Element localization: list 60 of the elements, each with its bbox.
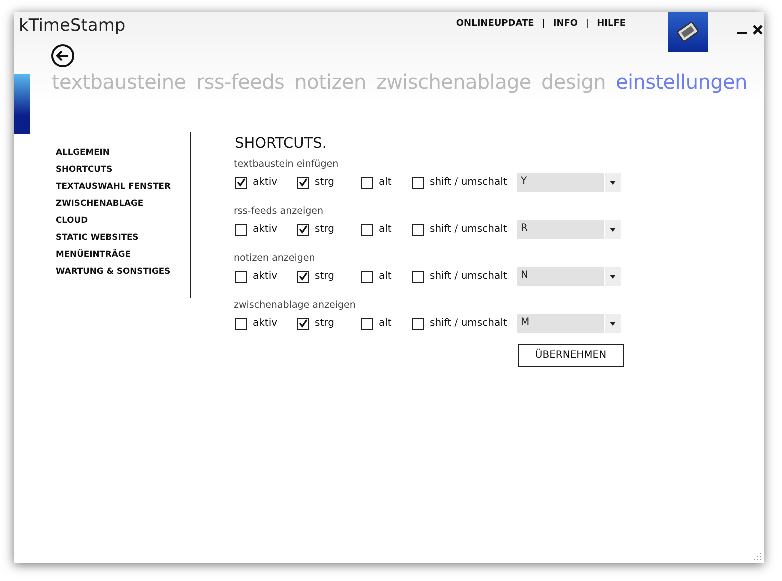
- checkbox[interactable]: [412, 224, 424, 236]
- checkbox[interactable]: [412, 176, 424, 188]
- checkbox[interactable]: [297, 270, 309, 282]
- checkbox[interactable]: [361, 318, 373, 330]
- header-link[interactable]: HILFE: [597, 19, 626, 29]
- checkbox[interactable]: [361, 224, 373, 236]
- header-link[interactable]: INFO: [553, 19, 578, 29]
- checkbox[interactable]: [297, 176, 309, 188]
- checkbox[interactable]: [361, 176, 373, 188]
- checkbox-label: shift / umschalt: [430, 271, 508, 282]
- checkbox-label: aktiv: [253, 177, 278, 188]
- checkbox-label: alt: [379, 271, 392, 282]
- close-icon[interactable]: [752, 24, 764, 36]
- checkbox[interactable]: [412, 318, 424, 330]
- checkbox-label: alt: [379, 318, 392, 329]
- checkbox-label: alt: [379, 177, 392, 188]
- dropdown-caret-icon: [610, 274, 616, 278]
- checkbox[interactable]: [297, 224, 309, 236]
- shortcut-label: textbaustein einfügen: [234, 159, 340, 170]
- checkbox-label: aktiv: [253, 271, 278, 282]
- sidebar-item[interactable]: ALLGEMEIN: [56, 146, 190, 160]
- header-link[interactable]: ONLINEUPDATE: [456, 19, 534, 29]
- checkbox-label: strg: [315, 177, 334, 188]
- checkbox[interactable]: [297, 318, 309, 330]
- link-separator: |: [542, 19, 546, 29]
- checkbox-label: strg: [315, 318, 334, 329]
- sidebar-item[interactable]: ZWISCHENABLAGE: [56, 196, 190, 211]
- section-heading: SHORTCUTS.: [235, 136, 328, 152]
- checkbox[interactable]: [412, 270, 424, 282]
- sidebar-item[interactable]: WARTUNG & SONSTIGES: [56, 264, 190, 279]
- checkbox-label: alt: [379, 224, 392, 235]
- link-separator: |: [586, 19, 590, 29]
- checkbox[interactable]: [235, 224, 247, 236]
- sidebar-item[interactable]: SHORTCUTS: [56, 162, 190, 177]
- checkbox-label: shift / umschalt: [430, 318, 508, 329]
- dropdown-caret-icon: [610, 180, 616, 184]
- nav-tab[interactable]: einstellungen: [616, 70, 748, 94]
- checkbox[interactable]: [235, 318, 247, 330]
- checkbox[interactable]: [235, 270, 247, 282]
- shortcut-label: zwischenablage anzeigen: [234, 300, 357, 311]
- shortcut-label: rss-feeds anzeigen: [234, 206, 324, 217]
- shortcut-label: notizen anzeigen: [234, 253, 316, 264]
- checkbox-label: aktiv: [253, 224, 278, 235]
- resize-grip-icon[interactable]: [754, 553, 762, 561]
- window-title: kTimeStamp: [19, 16, 126, 36]
- checkbox-label: shift / umschalt: [430, 177, 508, 188]
- checkbox-label: aktiv: [253, 318, 278, 329]
- checkbox-label: shift / umschalt: [430, 224, 508, 235]
- apply-button[interactable]: ÜBERNEHMEN: [518, 344, 624, 367]
- checkbox[interactable]: [235, 176, 247, 188]
- sidebar-item[interactable]: STATIC WEBSITES: [56, 230, 190, 245]
- sidebar-item[interactable]: CLOUD: [56, 214, 190, 228]
- checkbox-label: strg: [315, 224, 334, 235]
- accent-bar: [14, 74, 30, 134]
- sidebar-item[interactable]: TEXTAUSWAHL FENSTER: [56, 180, 190, 194]
- dropdown-caret-icon: [610, 322, 616, 326]
- dropdown-caret-icon: [610, 228, 616, 232]
- checkbox-label: strg: [315, 271, 334, 282]
- sidebar-item[interactable]: MENÜEINTRÄGE: [56, 248, 190, 262]
- checkbox[interactable]: [361, 270, 373, 282]
